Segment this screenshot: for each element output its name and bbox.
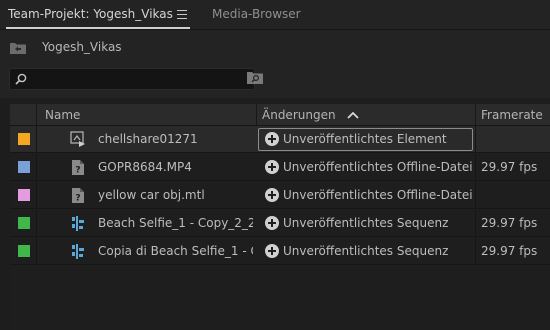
sequence-icon xyxy=(72,216,84,231)
label-color-swatch[interactable] xyxy=(18,217,30,229)
column-divider[interactable] xyxy=(256,104,257,126)
table-row[interactable]: Beach Selfie_1 - Copy_2_2 Unveröffentlic… xyxy=(10,210,550,237)
item-name[interactable]: Copia di Beach Selfie_1 - Co xyxy=(98,238,253,265)
table-row[interactable]: Copia di Beach Selfie_1 - Co Unveröffent… xyxy=(10,238,550,265)
label-color-swatch[interactable] xyxy=(18,161,30,173)
add-circle-icon xyxy=(265,188,279,202)
item-framerate xyxy=(481,126,547,153)
item-status: Unveröffentlichtes Offline-Datei xyxy=(283,188,473,202)
search-icon xyxy=(15,73,27,85)
column-header-framerate[interactable]: Framerate xyxy=(481,104,543,126)
tab-media-browser[interactable]: Media-Browser xyxy=(212,0,301,30)
sequence-item-icon xyxy=(70,131,85,147)
add-circle-icon xyxy=(265,244,279,258)
svg-text:?: ? xyxy=(75,194,80,204)
offline-file-icon: ? xyxy=(72,160,84,176)
add-circle-icon xyxy=(265,216,279,230)
item-framerate: 29.97 fps xyxy=(481,244,538,258)
table-header: Name Änderungen Framerate xyxy=(10,104,550,126)
panel-menu-icon[interactable] xyxy=(177,10,187,19)
column-divider[interactable] xyxy=(475,104,476,126)
label-color-swatch[interactable] xyxy=(18,245,30,257)
column-divider xyxy=(475,154,476,181)
column-header-name[interactable]: Name xyxy=(45,104,80,126)
item-status: Unveröffentlichtes Element xyxy=(283,132,447,146)
label-color-swatch[interactable] xyxy=(18,189,30,201)
label-color-swatch[interactable] xyxy=(18,133,30,145)
column-divider xyxy=(36,154,37,181)
item-name[interactable]: yellow car obj.mtl xyxy=(98,182,253,209)
add-circle-icon xyxy=(265,160,279,174)
active-tab-indicator xyxy=(6,27,190,29)
sequence-icon xyxy=(72,244,84,259)
search-row xyxy=(0,64,550,98)
item-framerate: 29.97 fps xyxy=(481,216,538,230)
sort-ascending-icon[interactable] xyxy=(347,111,359,119)
column-divider xyxy=(475,238,476,265)
bin-up-icon[interactable] xyxy=(10,42,26,54)
item-status: Unveröffentlichtes Offline-Datei xyxy=(283,160,473,174)
column-divider xyxy=(36,182,37,209)
svg-text:?: ? xyxy=(75,166,80,176)
offline-file-icon: ? xyxy=(72,188,84,204)
column-divider xyxy=(36,104,37,126)
item-status: Unveröffentlichtes Sequenz xyxy=(283,216,449,230)
column-divider xyxy=(475,182,476,209)
table-row[interactable]: ? yellow car obj.mtl Unveröffentlichtes … xyxy=(10,182,550,209)
item-name[interactable]: Beach Selfie_1 - Copy_2_2 xyxy=(98,210,253,237)
column-header-changes[interactable]: Änderungen xyxy=(262,104,336,126)
panel-tab-bar: Team-Projekt: Yogesh_Vikas Media-Browser xyxy=(0,0,550,30)
item-framerate xyxy=(481,182,547,209)
item-name[interactable]: chellshare01271 xyxy=(98,126,253,153)
table-row[interactable]: ? GOPR8684.MP4 Unveröffentlichtes Offlin… xyxy=(10,154,550,181)
column-divider xyxy=(475,210,476,237)
column-divider xyxy=(475,126,476,153)
column-divider xyxy=(36,126,37,153)
project-items-table: Name Änderungen Framerate chellshare0127… xyxy=(10,104,550,330)
item-status: Unveröffentlichtes Sequenz xyxy=(283,244,449,258)
column-divider xyxy=(36,238,37,265)
item-framerate: 29.97 fps xyxy=(481,160,538,174)
tab-team-project[interactable]: Team-Projekt: Yogesh_Vikas xyxy=(8,0,173,30)
find-folder-icon[interactable] xyxy=(247,70,263,84)
item-name[interactable]: GOPR8684.MP4 xyxy=(98,154,253,181)
table-row[interactable]: chellshare01271 Unveröffentlichtes Eleme… xyxy=(10,126,550,153)
column-divider xyxy=(36,210,37,237)
search-input[interactable] xyxy=(9,68,255,90)
bin-name: Yogesh_Vikas xyxy=(42,40,122,54)
bin-path-row: Yogesh_Vikas xyxy=(0,30,550,64)
add-circle-icon xyxy=(265,132,279,146)
